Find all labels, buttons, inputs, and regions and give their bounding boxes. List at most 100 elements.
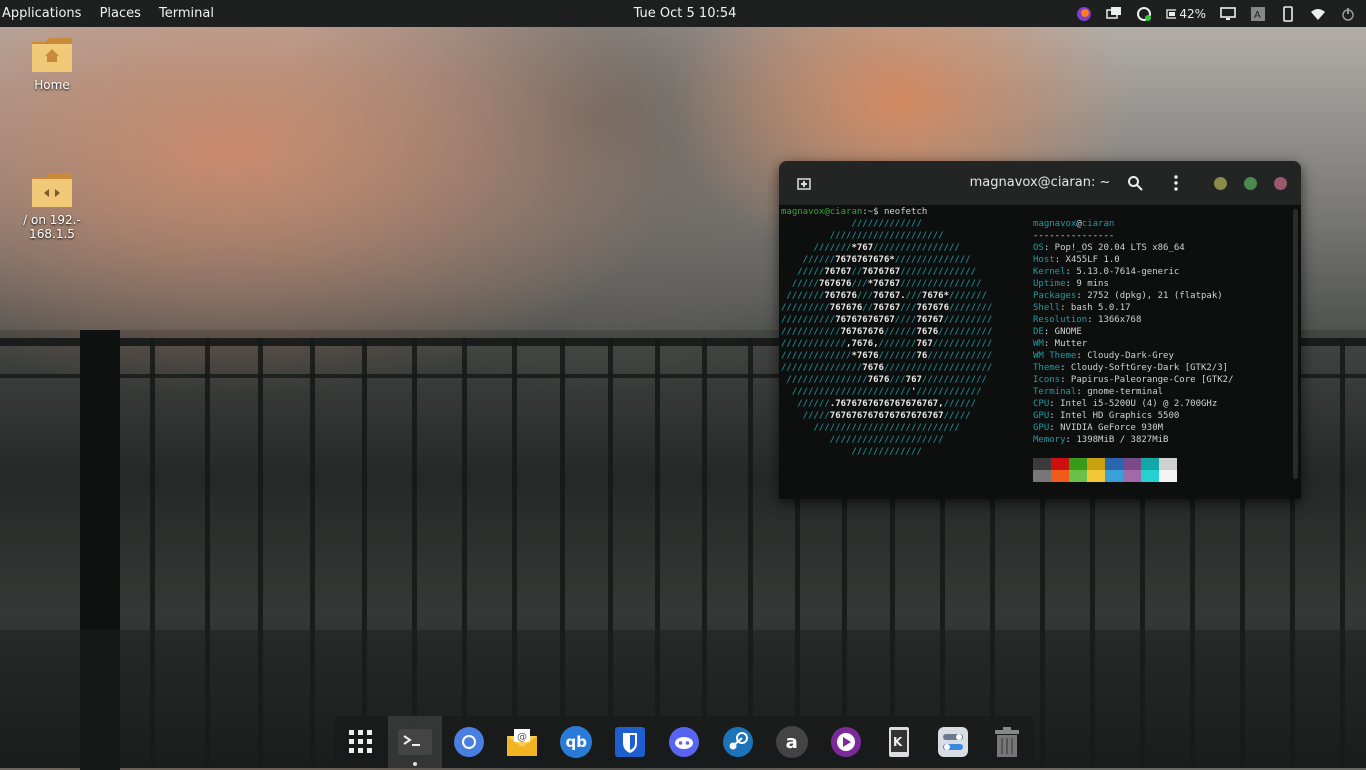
- keyboard-layout-icon[interactable]: A: [1250, 6, 1266, 22]
- mail-icon: @: [507, 729, 538, 756]
- dock-steam[interactable]: [711, 716, 765, 768]
- app-grid-icon: [348, 730, 372, 753]
- close-button[interactable]: [1274, 177, 1287, 190]
- logo-line: //////.7676767676767676767,//////: [781, 399, 977, 409]
- logo-line: ///////////////////////////: [781, 423, 960, 433]
- info-row: Memory: 1398MiB / 3827MiB: [1033, 435, 1169, 445]
- search-icon[interactable]: [1127, 175, 1143, 195]
- color-swatch: [1123, 470, 1141, 482]
- kde-connect-icon: K: [889, 727, 910, 757]
- running-indicator: [412, 762, 417, 766]
- dock-discord[interactable]: [657, 716, 711, 768]
- info-row: WM Theme: Cloudy-Dark-Grey: [1033, 351, 1174, 361]
- info-row: OS: Pop!_OS 20.04 LTS x86_64: [1033, 243, 1185, 253]
- desktop-icon-label: Home: [34, 78, 70, 92]
- logo-line: //////////////////////'////////////: [781, 387, 982, 397]
- dock-amazon[interactable]: a: [765, 716, 819, 768]
- info-row: Resolution: 1366x768: [1033, 315, 1142, 325]
- discord-icon: [668, 727, 699, 757]
- color-swatch: [1141, 458, 1159, 470]
- logo-line: ////////////,7676,///////767///////////: [781, 339, 993, 349]
- dock-terminal[interactable]: [387, 716, 442, 768]
- info-row: CPU: Intel i5-5200U (4) @ 2.700GHz: [1033, 399, 1218, 409]
- desktop-icon-network-share[interactable]: / on 192.- 168.1.5: [7, 145, 97, 255]
- dock-app-grid[interactable]: [334, 716, 388, 768]
- info-row: Packages: 2752 (dpkg), 21 (flatpak): [1033, 291, 1223, 301]
- dock-settings[interactable]: [926, 716, 980, 768]
- color-swatch: [1051, 470, 1069, 482]
- windows-tray-icon[interactable]: [1106, 6, 1122, 22]
- chromium-icon: [453, 727, 484, 757]
- color-swatch: [1105, 458, 1123, 470]
- logo-line: ///////767676///76767.///7676*///////: [781, 291, 987, 301]
- info-separator: ---------------: [1033, 231, 1115, 241]
- dock-qbittorrent[interactable]: qb: [549, 716, 603, 768]
- color-swatch: [1033, 470, 1051, 482]
- neofetch-logo: ///////////// ///////////////////// ////…: [781, 218, 992, 458]
- info-row: Uptime: 9 mins: [1033, 279, 1109, 289]
- color-swatch: [1105, 470, 1123, 482]
- info-row: Theme: Cloudy-SoftGrey-Dark [GTK2/3]: [1033, 363, 1229, 373]
- info-row: Kernel: 5.13.0-7614-generic: [1033, 267, 1180, 277]
- shell-prompt: magnavox@ciaran:~$ neofetch: [781, 207, 928, 217]
- sync-tray-icon[interactable]: [1136, 6, 1152, 22]
- dock-kde-connect[interactable]: K: [872, 716, 926, 768]
- info-row: Icons: Papirus-Paleorange-Core [GTK2/: [1033, 375, 1234, 385]
- color-swatch: [1051, 458, 1069, 470]
- color-swatches-light: [1033, 470, 1177, 482]
- info-row: WM: Mutter: [1033, 339, 1088, 349]
- settings-toggle-icon: [938, 727, 969, 757]
- terminal-icon: [397, 729, 432, 755]
- info-row: Shell: bash 5.0.17: [1033, 303, 1131, 313]
- phone-icon[interactable]: [1280, 5, 1296, 22]
- info-row: Terminal: gnome-terminal: [1033, 387, 1164, 397]
- logo-line: /////////////*7676///////76////////////: [781, 351, 993, 361]
- logo-line: ///////*767////////////////: [781, 243, 960, 253]
- desktop-icon-label: / on 192.- 168.1.5: [23, 213, 81, 241]
- display-icon[interactable]: [1220, 6, 1236, 22]
- dock-trash[interactable]: [980, 716, 1034, 768]
- firefox-tray-icon[interactable]: [1076, 6, 1092, 22]
- logo-line: /////76767//7676767//////////////: [781, 267, 977, 277]
- network-folder-icon: [32, 159, 72, 207]
- info-row: GPU: NVIDIA GeForce 930M: [1033, 423, 1164, 433]
- terminal-window[interactable]: magnavox@ciaran: ~ magnavox@ciaran:~$ ne…: [779, 161, 1301, 499]
- minimize-button[interactable]: [1214, 177, 1227, 190]
- logo-line: ///////////////7676////////////////////: [781, 363, 993, 373]
- dock-media-player[interactable]: [819, 716, 873, 768]
- desktop-icon-home[interactable]: Home: [7, 38, 97, 92]
- color-swatch: [1159, 458, 1177, 470]
- svg-text:A: A: [1254, 10, 1261, 21]
- color-swatch: [1069, 458, 1087, 470]
- terminal-header[interactable]: magnavox@ciaran: ~: [779, 161, 1301, 205]
- logo-line: //////////76767676767////76767/////////: [781, 315, 993, 325]
- color-swatch: [1069, 470, 1087, 482]
- bitwarden-icon: [615, 727, 646, 757]
- power-icon[interactable]: [1340, 6, 1356, 22]
- dock-bitwarden[interactable]: [603, 716, 657, 768]
- logo-line: /////////////: [781, 447, 922, 457]
- logo-line: //////7676767676*//////////////: [781, 255, 971, 265]
- logo-line: ///////////76767676//////7676//////////: [781, 327, 993, 337]
- trash-icon: [995, 727, 1020, 757]
- battery-icon[interactable]: 42%: [1166, 6, 1206, 22]
- logo-line: /////////////////////: [781, 435, 944, 445]
- menu-icon[interactable]: [1173, 175, 1179, 195]
- color-swatch: [1033, 458, 1051, 470]
- info-row: DE: GNOME: [1033, 327, 1082, 337]
- wifi-icon[interactable]: [1310, 6, 1326, 22]
- maximize-button[interactable]: [1244, 177, 1257, 190]
- color-swatch: [1159, 470, 1177, 482]
- logo-line: /////767676///*76767///////////////: [781, 279, 982, 289]
- dock-mail[interactable]: @: [496, 716, 550, 768]
- battery-percent: 42%: [1179, 6, 1206, 21]
- color-swatches-dark: [1033, 458, 1177, 470]
- home-folder-icon: [32, 38, 72, 72]
- terminal-scrollbar[interactable]: [1293, 209, 1298, 479]
- color-swatch: [1123, 458, 1141, 470]
- dock-chromium[interactable]: [442, 716, 496, 768]
- color-swatch: [1141, 470, 1159, 482]
- terminal-output[interactable]: magnavox@ciaran:~$ neofetch ////////////…: [781, 205, 1289, 495]
- logo-line: ///////////////7676///767////////////: [781, 375, 987, 385]
- info-row: GPU: Intel HD Graphics 5500: [1033, 411, 1180, 421]
